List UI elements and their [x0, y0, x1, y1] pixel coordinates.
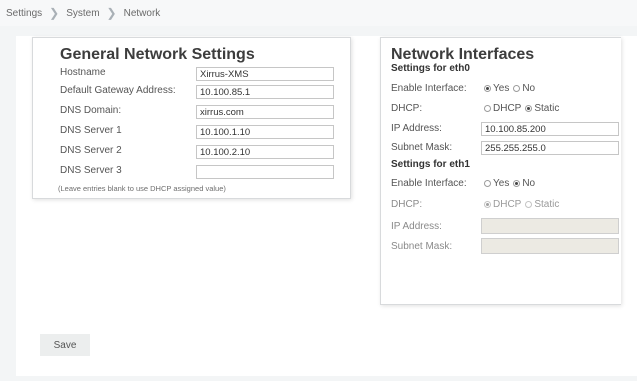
eth1-ip-label: IP Address: — [391, 221, 442, 232]
dns-domain-label: DNS Domain: — [60, 105, 122, 116]
chevron-right-icon: ❯ — [49, 6, 60, 20]
eth1-enable-no-radio[interactable] — [513, 180, 521, 187]
eth0-enable-no-radio[interactable] — [513, 85, 521, 92]
dns-server-3-field[interactable] — [196, 165, 334, 179]
general-network-settings-panel: General Network Settings Hostname Defaul… — [32, 37, 351, 199]
eth1-enable-yes-radio[interactable] — [484, 180, 491, 187]
eth1-enable-radio-group: Yes No — [484, 178, 539, 189]
eth1-static-option-label: Static — [534, 199, 560, 210]
eth1-static-radio[interactable] — [525, 201, 533, 208]
eth0-section-title: Settings for eth0 — [391, 63, 470, 74]
eth1-subnet-mask-field[interactable] — [481, 238, 619, 254]
breadcrumb-item-settings[interactable]: Settings — [6, 8, 42, 19]
eth0-dhcp-radio-group: DHCP Static — [484, 103, 563, 114]
eth0-enable-yes-label: Yes — [493, 83, 510, 94]
eth1-dhcp-radio-group: DHCP Static — [484, 199, 563, 210]
network-interfaces-panel: Network Interfaces Settings for eth0 Ena… — [380, 37, 621, 305]
eth1-dhcp-option-label: DHCP — [493, 199, 522, 210]
eth0-enable-yes-radio[interactable] — [484, 85, 491, 92]
breadcrumb-item-network: Network — [123, 7, 161, 19]
eth0-static-radio[interactable] — [525, 105, 533, 112]
eth1-enable-no-label: No — [522, 178, 536, 189]
eth0-ip-label: IP Address: — [391, 123, 442, 134]
eth0-enable-label: Enable Interface: — [391, 83, 467, 94]
dns-server-1-label: DNS Server 1 — [60, 125, 122, 136]
dns-server-1-field[interactable] — [196, 125, 334, 139]
eth0-ip-address-field[interactable] — [481, 122, 619, 136]
dns-server-2-field[interactable] — [196, 145, 334, 159]
eth0-dhcp-radio[interactable] — [484, 105, 491, 112]
save-button[interactable]: Save — [40, 334, 90, 356]
eth1-ip-address-field[interactable] — [481, 218, 619, 234]
breadcrumb-item-system[interactable]: System — [66, 8, 99, 19]
hostname-field[interactable] — [196, 67, 334, 81]
general-settings-title: General Network Settings — [60, 46, 255, 63]
dns-domain-field[interactable] — [196, 105, 334, 119]
eth1-dhcp-label: DHCP: — [391, 199, 423, 210]
gateway-label: Default Gateway Address: — [60, 85, 176, 96]
hostname-label: Hostname — [60, 67, 106, 78]
eth1-dhcp-radio[interactable] — [484, 201, 491, 208]
eth0-subnet-mask-field[interactable] — [481, 141, 619, 155]
eth1-mask-label: Subnet Mask: — [391, 241, 453, 252]
chevron-right-icon: ❯ — [106, 6, 117, 20]
eth1-enable-label: Enable Interface: — [391, 178, 467, 189]
eth0-static-option-label: Static — [534, 103, 560, 114]
eth0-enable-no-label: No — [522, 83, 536, 94]
dhcp-hint-note: (Leave entries blank to use DHCP assigne… — [58, 184, 226, 193]
eth0-dhcp-label: DHCP: — [391, 103, 423, 114]
network-interfaces-title: Network Interfaces — [391, 46, 535, 63]
eth0-mask-label: Subnet Mask: — [391, 142, 453, 153]
dns-server-3-label: DNS Server 3 — [60, 165, 122, 176]
eth1-section-title: Settings for eth1 — [391, 159, 470, 170]
eth1-enable-yes-label: Yes — [493, 178, 510, 189]
eth0-enable-radio-group: Yes No — [484, 83, 539, 94]
eth0-dhcp-option-label: DHCP — [493, 103, 522, 114]
gateway-field[interactable] — [196, 85, 334, 99]
dns-server-2-label: DNS Server 2 — [60, 145, 122, 156]
breadcrumb: Settings ❯ System ❯ Network — [0, 0, 637, 26]
